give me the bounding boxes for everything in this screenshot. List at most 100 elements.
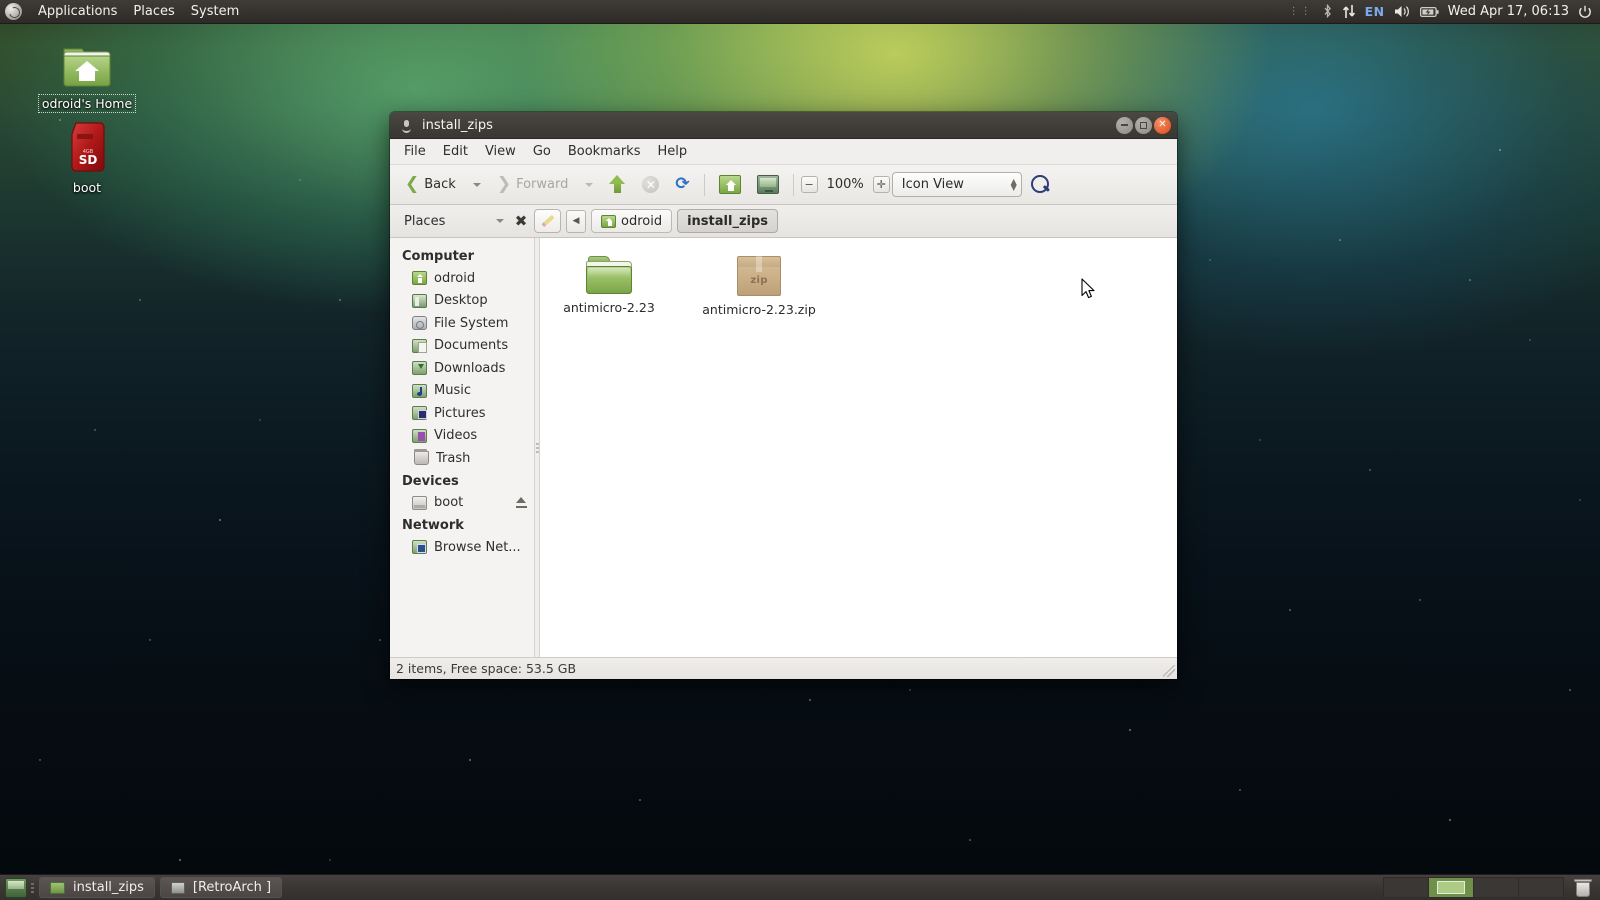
sidebar-item-label: Downloads — [434, 361, 505, 376]
task-button-install-zips[interactable]: install_zips — [39, 877, 155, 898]
show-desktop-icon[interactable] — [5, 878, 27, 898]
sidebar-item-label: Videos — [434, 428, 477, 443]
home-icon — [412, 271, 427, 285]
drive-icon — [412, 496, 427, 510]
back-history-dropdown[interactable] — [465, 171, 488, 199]
sidebar-group-network: Network — [390, 514, 534, 536]
places-selector[interactable]: Places — [396, 214, 508, 229]
window-titlebar[interactable]: install_zips ✕ — [390, 112, 1177, 139]
pictures-icon — [412, 406, 427, 420]
sidebar-item-documents[interactable]: Documents — [390, 335, 534, 358]
workspace-switcher[interactable] — [1384, 877, 1594, 898]
zoom-level-label: 100% — [820, 177, 871, 192]
desktop-icon-boot[interactable]: 4GB SD boot — [32, 122, 142, 196]
power-icon[interactable] — [1578, 2, 1592, 22]
workspace-2[interactable] — [1428, 877, 1474, 898]
close-button[interactable]: ✕ — [1154, 117, 1171, 134]
forward-history-dropdown[interactable] — [577, 171, 600, 199]
stop-icon: ✕ — [642, 176, 659, 193]
sidebar-group-computer: Computer — [390, 245, 534, 267]
volume-icon[interactable] — [1394, 2, 1411, 22]
sidebar-item-pictures[interactable]: Pictures — [390, 402, 534, 425]
sidebar-item-label: Browse Net... — [434, 540, 521, 555]
sidebar-item-browse-network[interactable]: Browse Net... — [390, 536, 534, 559]
desktop-icon-label: odroid's Home — [39, 95, 135, 112]
view-mode-select[interactable]: Icon View ▲▼ — [892, 172, 1022, 197]
up-button[interactable] — [602, 171, 633, 199]
pencil-icon — [541, 215, 554, 227]
zoom-out-button[interactable]: − — [801, 176, 818, 193]
minimize-button[interactable] — [1116, 117, 1133, 134]
sidebar-item-videos[interactable]: Videos — [390, 425, 534, 448]
zoom-in-button[interactable]: ✛ — [873, 176, 890, 193]
home-icon — [601, 215, 616, 228]
file-list-view[interactable]: antimicro-2.23 zip antimicro-2.23.zip — [540, 238, 1177, 657]
chevron-left-icon: ❮ — [405, 176, 419, 193]
network-updown-icon[interactable] — [1342, 2, 1356, 22]
workspace-1[interactable] — [1383, 877, 1429, 898]
resize-grip-icon[interactable] — [1163, 665, 1175, 677]
breadcrumb-install-zips[interactable]: install_zips — [677, 209, 778, 233]
stop-button[interactable]: ✕ — [635, 171, 666, 199]
breadcrumb-label: odroid — [621, 214, 662, 229]
sidebar-item-odroid[interactable]: odroid — [390, 267, 534, 290]
battery-icon[interactable] — [1420, 2, 1439, 22]
sidebar-item-downloads[interactable]: Downloads — [390, 357, 534, 380]
home-button[interactable] — [712, 171, 748, 199]
eject-icon[interactable] — [515, 496, 528, 509]
menu-edit[interactable]: Edit — [435, 141, 476, 162]
status-text: 2 items, Free space: 53.5 GB — [396, 661, 576, 676]
sd-card-icon: 4GB SD — [66, 122, 108, 176]
bluetooth-icon[interactable] — [1322, 2, 1333, 22]
menu-view[interactable]: View — [477, 141, 524, 162]
file-manager-window[interactable]: install_zips ✕ File Edit View Go Bookmar… — [390, 112, 1177, 679]
task-button-retroarch[interactable]: [RetroArch ] — [160, 877, 282, 898]
documents-icon — [412, 339, 427, 353]
language-indicator[interactable]: EN — [1365, 4, 1385, 19]
ubuntu-logo-icon[interactable] — [5, 3, 22, 20]
edit-location-button[interactable] — [534, 209, 561, 233]
reload-button[interactable]: ⟳ — [668, 171, 696, 199]
sidebar-item-desktop[interactable]: Desktop — [390, 290, 534, 313]
chevron-updown-icon: ▲▼ — [1003, 179, 1017, 191]
up-arrow-icon — [609, 175, 626, 194]
menu-file[interactable]: File — [396, 141, 434, 162]
menu-go[interactable]: Go — [525, 141, 559, 162]
menu-applications[interactable]: Applications — [31, 1, 124, 23]
workspace-3[interactable] — [1473, 877, 1519, 898]
sidebar-item-file-system[interactable]: File System — [390, 312, 534, 335]
sidebar-item-boot[interactable]: boot — [390, 492, 534, 515]
file-manager-body: Computer odroid Desktop File System Docu… — [390, 238, 1177, 657]
clock[interactable]: Wed Apr 17, 06:13 — [1448, 4, 1569, 19]
breadcrumb-scroll-left-button[interactable]: ◀ — [566, 210, 586, 233]
breadcrumb-label: install_zips — [687, 214, 768, 229]
panel-menubar: Applications Places System — [27, 1, 246, 23]
home-icon — [719, 175, 741, 194]
sidebar-item-label: Pictures — [434, 406, 485, 421]
menu-places[interactable]: Places — [126, 1, 181, 23]
menu-system[interactable]: System — [184, 1, 246, 23]
workspace-4[interactable] — [1518, 877, 1564, 898]
file-item-label: antimicro-2.23 — [560, 299, 658, 316]
desktop-icon-home[interactable]: odroid's Home — [32, 44, 142, 112]
sidebar-item-music[interactable]: Music — [390, 380, 534, 403]
back-button[interactable]: ❮ Back — [398, 171, 463, 199]
home-folder-icon — [62, 44, 112, 92]
sidebar-item-label: File System — [434, 316, 508, 331]
computer-button[interactable] — [750, 171, 786, 199]
trash-icon[interactable] — [1572, 877, 1594, 898]
search-icon[interactable] — [1031, 175, 1050, 194]
sidebar-item-trash[interactable]: Trash — [390, 447, 534, 470]
menu-bookmarks[interactable]: Bookmarks — [560, 141, 649, 162]
music-icon — [412, 384, 427, 398]
close-sidebar-icon[interactable]: ✖ — [513, 213, 529, 229]
breadcrumb-odroid[interactable]: odroid — [591, 209, 672, 233]
sidebar-group-devices: Devices — [390, 470, 534, 492]
network-icon — [412, 540, 427, 554]
maximize-button[interactable] — [1135, 117, 1152, 134]
forward-button[interactable]: ❯ Forward — [490, 171, 576, 199]
taskbar-grip-icon — [31, 883, 34, 893]
menu-help[interactable]: Help — [649, 141, 695, 162]
file-item-archive[interactable]: zip antimicro-2.23.zip — [700, 252, 818, 318]
file-item-folder[interactable]: antimicro-2.23 — [550, 252, 668, 318]
